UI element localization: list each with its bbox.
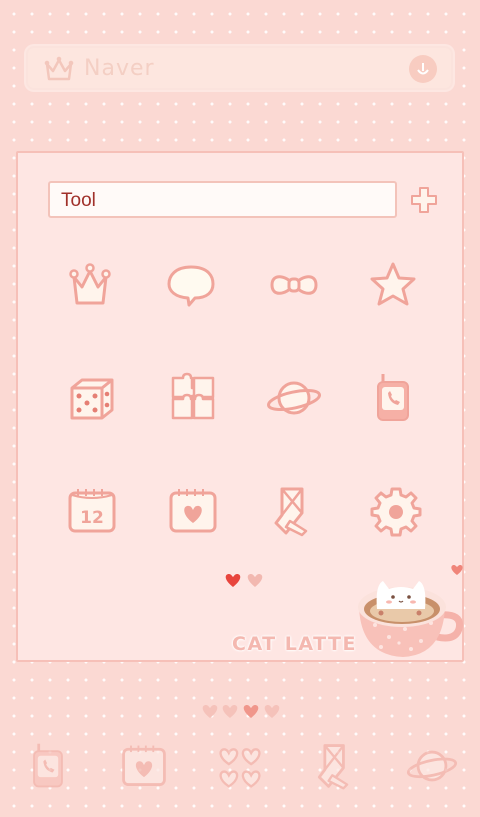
crown-icon[interactable] [62, 257, 118, 313]
gear-icon[interactable] [368, 483, 424, 539]
puzzle-icon[interactable] [165, 370, 221, 426]
page-dot [247, 574, 263, 587]
search-widget[interactable]: Naver [26, 46, 453, 90]
microphone-icon[interactable] [409, 55, 437, 83]
page-dot-active [225, 574, 241, 587]
page-dot [264, 705, 280, 718]
calendar-heart-icon[interactable] [165, 483, 221, 539]
dice-icon[interactable] [64, 370, 120, 426]
cat-latte-illustration [358, 565, 464, 657]
search-label: Naver [84, 56, 155, 81]
page-dot [222, 705, 238, 718]
calendar-icon[interactable]: 12 [64, 483, 120, 539]
planet-icon[interactable] [266, 370, 322, 426]
hearts-grid-icon[interactable] [214, 740, 266, 792]
page-dot-active [243, 705, 259, 718]
pencil-ruler-icon[interactable] [266, 483, 322, 539]
page-dot [202, 705, 218, 718]
phone-icon[interactable] [365, 370, 421, 426]
pencil-ruler-icon[interactable] [310, 740, 362, 792]
plus-icon[interactable] [410, 186, 438, 214]
star-icon[interactable] [365, 257, 421, 313]
calendar-day-text: 12 [80, 508, 104, 528]
calendar-heart-icon[interactable] [118, 740, 170, 792]
folder-panel: Tool 12 CAT LATTE [16, 151, 464, 662]
planet-icon[interactable] [406, 740, 458, 792]
ribbon-bow-icon[interactable] [266, 257, 322, 313]
crown-outline-icon [44, 56, 74, 81]
folder-page-indicator [225, 574, 263, 587]
folder-name-field[interactable]: Tool [48, 181, 397, 218]
phone-icon[interactable] [22, 740, 74, 792]
cat-latte-title: CAT LATTE [232, 633, 357, 655]
home-page-indicator [202, 705, 280, 718]
speech-bubble-icon[interactable] [163, 257, 219, 313]
